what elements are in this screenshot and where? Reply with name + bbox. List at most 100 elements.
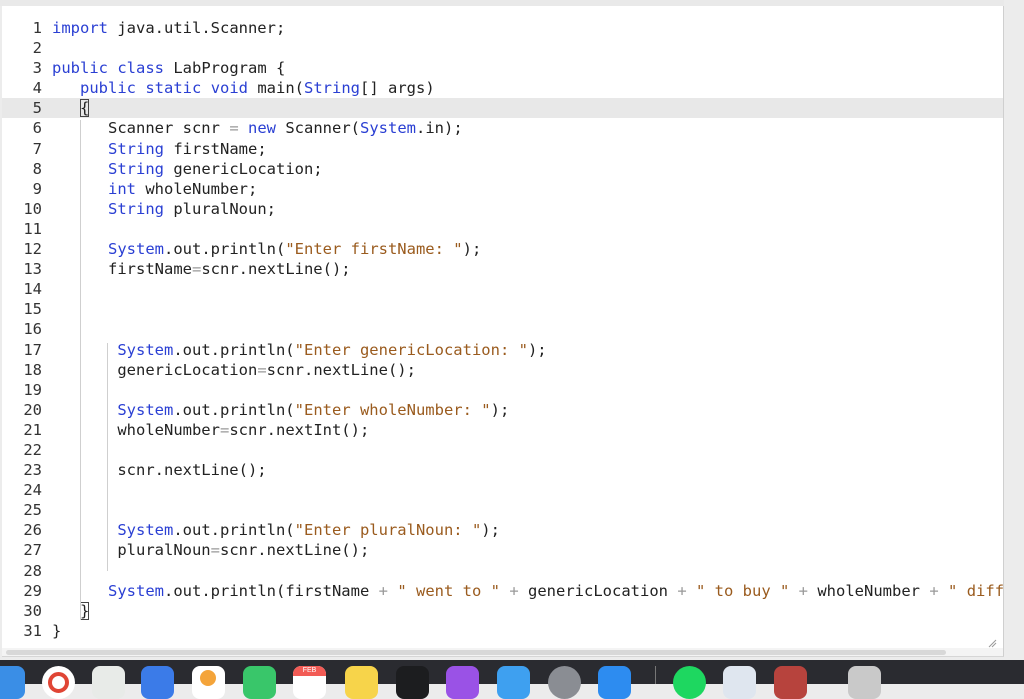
code-text[interactable]: System.out.println("Enter firstName: "); xyxy=(52,239,481,259)
code-line[interactable]: 24 xyxy=(2,480,1003,500)
code-line[interactable]: 26 System.out.println("Enter pluralNoun:… xyxy=(2,520,1003,540)
code-text[interactable]: public class LabProgram { xyxy=(52,58,285,78)
code-text[interactable]: String pluralNoun; xyxy=(52,199,276,219)
code-text[interactable]: public static void main(String[] args) xyxy=(52,78,435,98)
notes-icon[interactable] xyxy=(345,666,378,699)
photos-icon[interactable] xyxy=(192,666,225,699)
acrobat-icon[interactable] xyxy=(774,666,807,699)
line-number: 2 xyxy=(32,39,42,58)
line-number: 24 xyxy=(23,481,42,500)
code-line[interactable]: 2 xyxy=(2,38,1003,58)
line-number: 13 xyxy=(23,260,42,279)
code-text[interactable]: scnr.nextLine(); xyxy=(52,460,266,480)
horizontal-scrollbar-thumb[interactable] xyxy=(6,650,946,655)
line-number: 6 xyxy=(32,119,42,138)
code-text[interactable]: } xyxy=(52,601,90,621)
code-line[interactable]: 19 xyxy=(2,380,1003,400)
facetime-icon[interactable] xyxy=(243,666,276,699)
code-line[interactable]: 22 xyxy=(2,440,1003,460)
line-number: 11 xyxy=(23,219,42,238)
line-number: 14 xyxy=(23,280,42,299)
code-line[interactable]: 1 import java.util.Scanner; xyxy=(2,18,1003,38)
line-number: 19 xyxy=(23,380,42,399)
line-number: 16 xyxy=(23,320,42,339)
code-line[interactable]: 13 firstName=scnr.nextLine(); xyxy=(2,259,1003,279)
code-line[interactable]: 15 xyxy=(2,299,1003,319)
code-text[interactable]: String firstName; xyxy=(52,139,267,159)
line-number: 22 xyxy=(23,440,42,459)
code-text[interactable]: System.out.println(firstName + " went to… xyxy=(52,581,1003,601)
zoom-icon[interactable] xyxy=(598,666,631,699)
line-number: 15 xyxy=(23,300,42,319)
code-line[interactable]: 20 System.out.println("Enter wholeNumber… xyxy=(2,400,1003,420)
code-text[interactable]: int wholeNumber; xyxy=(52,179,257,199)
code-editor[interactable]: 1 import java.util.Scanner; 2 3 public class… xyxy=(2,6,1004,657)
line-number: 29 xyxy=(23,581,42,600)
code-line[interactable]: 25 xyxy=(2,500,1003,520)
code-line[interactable]: 27 pluralNoun=scnr.nextLine(); xyxy=(2,540,1003,560)
code-line[interactable]: 28 xyxy=(2,561,1003,581)
code-line[interactable]: 11 xyxy=(2,219,1003,239)
code-text[interactable]: pluralNoun=scnr.nextLine(); xyxy=(52,540,369,560)
line-number: 23 xyxy=(23,461,42,480)
code-text[interactable]: System.out.println("Enter genericLocatio… xyxy=(52,340,546,360)
resize-grip-icon[interactable] xyxy=(988,639,997,648)
xcode-icon[interactable] xyxy=(497,666,530,699)
code-line[interactable]: 10 String pluralNoun; xyxy=(2,199,1003,219)
messages-icon[interactable] xyxy=(92,666,125,699)
code-line[interactable]: 23 scnr.nextLine(); xyxy=(2,460,1003,480)
preview-icon[interactable] xyxy=(723,666,756,699)
line-number: 1 xyxy=(32,19,42,37)
code-text[interactable]: wholeNumber=scnr.nextInt(); xyxy=(52,420,369,440)
podcasts-icon[interactable] xyxy=(446,666,479,699)
code-text[interactable]: String genericLocation; xyxy=(52,159,323,179)
indent-guide xyxy=(107,343,108,571)
line-number: 28 xyxy=(23,561,42,580)
calendar-icon[interactable]: FEB xyxy=(293,666,326,699)
code-line[interactable]: 16 xyxy=(2,319,1003,339)
trash-icon[interactable] xyxy=(848,666,881,699)
system-preferences-icon[interactable] xyxy=(548,666,581,699)
code-line[interactable]: 30 } xyxy=(2,601,1003,621)
code-line[interactable]: 21 wholeNumber=scnr.nextInt(); xyxy=(2,420,1003,440)
code-line[interactable]: 3 public class LabProgram { xyxy=(2,58,1003,78)
code-text[interactable]: } xyxy=(52,621,61,641)
line-number: 9 xyxy=(32,179,42,198)
code-line[interactable]: 29 System.out.println(firstName + " went… xyxy=(2,581,1003,601)
calendar-month-label: FEB xyxy=(302,667,317,674)
code-line[interactable]: 12 System.out.println("Enter firstName: … xyxy=(2,239,1003,259)
line-number: 12 xyxy=(23,240,42,259)
line-number: 27 xyxy=(23,541,42,560)
code-text[interactable]: System.out.println("Enter pluralNoun: ")… xyxy=(52,520,500,540)
terminal-icon[interactable] xyxy=(396,666,429,699)
line-number: 18 xyxy=(23,360,42,379)
line-number: 17 xyxy=(23,340,42,359)
code-lines[interactable]: 1 import java.util.Scanner; 2 3 public class… xyxy=(2,18,1003,641)
code-text[interactable]: System.out.println("Enter wholeNumber: "… xyxy=(52,400,509,420)
dock-separator xyxy=(655,666,656,684)
code-line[interactable]: 18 genericLocation=scnr.nextLine(); xyxy=(2,360,1003,380)
indent-guide xyxy=(80,120,81,620)
code-line[interactable]: 4 public static void main(String[] args) xyxy=(2,78,1003,98)
code-line[interactable]: 9 int wholeNumber; xyxy=(2,179,1003,199)
code-line[interactable]: 5 { xyxy=(2,98,1003,119)
chrome-icon[interactable] xyxy=(42,666,75,699)
code-text[interactable]: Scanner scnr = new Scanner(System.in); xyxy=(52,118,463,138)
code-text[interactable]: import java.util.Scanner; xyxy=(52,18,285,38)
line-number: 5 xyxy=(32,99,42,118)
line-number: 7 xyxy=(32,139,42,158)
line-number: 3 xyxy=(32,59,42,78)
code-line[interactable]: 8 String genericLocation; xyxy=(2,159,1003,179)
mail-icon[interactable] xyxy=(141,666,174,699)
code-line[interactable]: 6 Scanner scnr = new Scanner(System.in); xyxy=(2,118,1003,138)
code-line[interactable]: 17 System.out.println("Enter genericLoca… xyxy=(2,340,1003,360)
code-line[interactable]: 14 xyxy=(2,279,1003,299)
line-number: 30 xyxy=(23,601,42,620)
spotify-icon[interactable] xyxy=(673,666,706,699)
code-text[interactable]: firstName=scnr.nextLine(); xyxy=(52,259,351,279)
safari-icon[interactable] xyxy=(0,666,25,699)
code-line[interactable]: 7 String firstName; xyxy=(2,139,1003,159)
code-text[interactable]: { xyxy=(52,98,90,118)
line-number: 20 xyxy=(23,400,42,419)
code-line[interactable]: 31} xyxy=(2,621,1003,641)
